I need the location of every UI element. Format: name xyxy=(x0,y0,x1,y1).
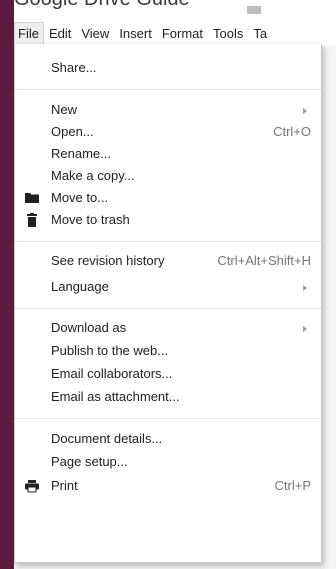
menu-item-label: Rename... xyxy=(51,146,111,161)
menu-item-email-collaborators[interactable]: Email collaborators... xyxy=(15,363,321,385)
submenu-arrow-icon xyxy=(303,108,307,114)
menu-item-label: Email as attachment... xyxy=(51,389,180,404)
menu-item-label: See revision history xyxy=(51,253,165,268)
file-menu-dropdown: Share... New Open... Ctrl+O Rename... Ma… xyxy=(14,44,322,563)
menu-item-make-copy[interactable]: Make a copy... xyxy=(15,165,321,187)
menu-view[interactable]: View xyxy=(76,22,114,46)
menu-edit[interactable]: Edit xyxy=(44,22,76,46)
menu-item-label: Document details... xyxy=(51,431,163,446)
menu-separator xyxy=(15,241,321,242)
menu-separator xyxy=(15,89,321,90)
menu-item-shortcut: Ctrl+O xyxy=(273,124,311,139)
menu-item-label: Print xyxy=(51,478,78,493)
menu-insert[interactable]: Insert xyxy=(114,22,157,46)
trash-icon xyxy=(27,213,37,227)
menu-separator xyxy=(15,418,321,419)
menu-item-email-attachment[interactable]: Email as attachment... xyxy=(15,386,321,408)
menu-item-share[interactable]: Share... xyxy=(15,57,321,79)
folder-icon xyxy=(25,193,39,203)
menu-item-document-details[interactable]: Document details... xyxy=(15,428,321,450)
menu-item-label: Publish to the web... xyxy=(51,343,169,358)
menu-tools[interactable]: Tools xyxy=(208,22,248,46)
menu-item-label: Move to trash xyxy=(51,212,130,227)
menu-item-label: Open... xyxy=(51,124,94,139)
menu-item-download-as[interactable]: Download as xyxy=(15,317,321,339)
menu-separator xyxy=(15,308,321,309)
menu-item-open[interactable]: Open... Ctrl+O xyxy=(15,121,321,143)
app-window: Google Drive Guide File Edit View Insert… xyxy=(14,0,336,569)
menu-item-print[interactable]: Print Ctrl+P xyxy=(15,475,321,497)
menu-item-label: New xyxy=(51,102,78,117)
menu-format[interactable]: Format xyxy=(157,22,208,46)
menu-bar: File Edit View Insert Format Tools Ta xyxy=(14,22,336,46)
menu-item-publish[interactable]: Publish to the web... xyxy=(15,340,321,362)
printer-icon xyxy=(25,480,39,493)
menu-item-label: Download as xyxy=(51,320,127,335)
menu-item-label: Email collaborators... xyxy=(51,366,173,381)
menu-item-move-to[interactable]: Move to... xyxy=(15,187,321,209)
document-title-text: Google Drive Guide xyxy=(14,0,190,10)
menu-file[interactable]: File xyxy=(14,22,44,46)
menu-item-label: Page setup... xyxy=(51,454,128,469)
menu-item-shortcut: Ctrl+Alt+Shift+H xyxy=(217,253,311,268)
menu-item-label: Make a copy... xyxy=(51,168,135,183)
submenu-arrow-icon xyxy=(303,326,307,332)
menu-item-move-to-trash[interactable]: Move to trash xyxy=(15,209,321,231)
menu-item-new[interactable]: New xyxy=(15,99,321,121)
menu-item-label: Move to... xyxy=(51,190,109,205)
menu-item-page-setup[interactable]: Page setup... xyxy=(15,451,321,473)
menu-table[interactable]: Ta xyxy=(248,22,272,46)
menu-item-label: Language xyxy=(51,279,109,294)
document-title[interactable]: Google Drive Guide xyxy=(14,0,274,10)
menu-item-revision-history[interactable]: See revision history Ctrl+Alt+Shift+H xyxy=(15,250,321,272)
submenu-arrow-icon xyxy=(303,285,307,291)
menu-item-label: Share... xyxy=(51,60,97,75)
menu-item-shortcut: Ctrl+P xyxy=(274,478,311,493)
menu-item-language[interactable]: Language xyxy=(15,276,321,298)
menu-item-rename[interactable]: Rename... xyxy=(15,143,321,165)
star-icon[interactable] xyxy=(247,6,261,14)
